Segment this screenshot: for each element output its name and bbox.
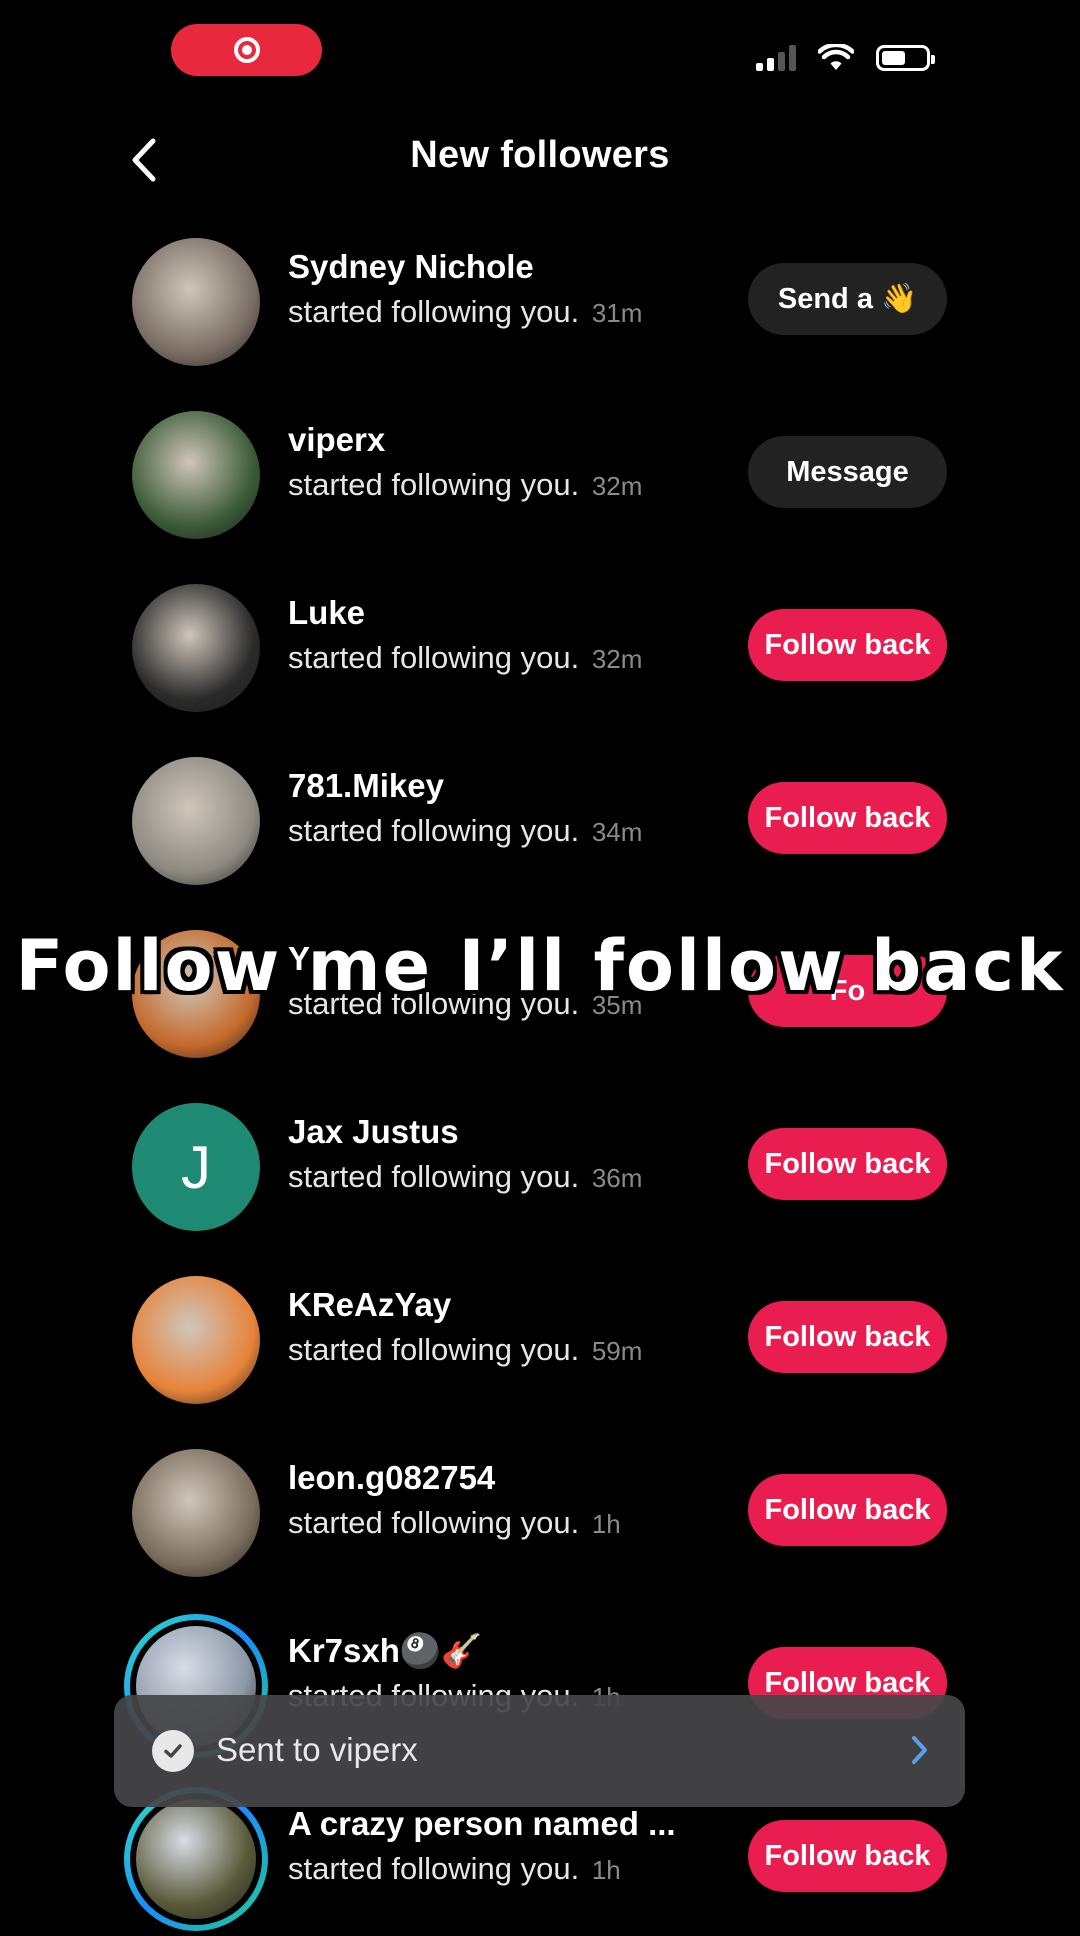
screen-recording-indicator[interactable] — [171, 24, 322, 76]
avatar-initial: J — [181, 1133, 211, 1201]
notice-text: started following you. — [288, 1332, 580, 1367]
message-button[interactable]: Message — [748, 436, 947, 508]
follower-row[interactable]: Sydney Nichole started following you. 31m… — [0, 206, 1080, 379]
follow-back-button[interactable]: Follow back — [748, 1301, 947, 1373]
follower-name[interactable]: 781.Mikey — [288, 767, 444, 805]
follow-notice: started following you. 34m — [288, 813, 642, 849]
page-title: New followers — [410, 134, 670, 176]
record-icon — [233, 37, 260, 63]
status-icons — [756, 44, 935, 72]
avatar[interactable] — [132, 1276, 260, 1404]
follower-row[interactable]: J Jax Justus started following you. 36m Fol… — [0, 1071, 1080, 1244]
follower-name[interactable]: Jax Justus — [288, 1113, 459, 1151]
follow-back-button[interactable]: Follow back — [748, 782, 947, 854]
follow-notice: started following you. 31m — [288, 294, 642, 330]
follow-back-button[interactable]: Follow back — [748, 1820, 947, 1892]
notice-text: started following you. — [288, 1505, 580, 1540]
avatar[interactable] — [132, 584, 260, 712]
follower-row[interactable]: viperx started following you. 32m Message — [0, 379, 1080, 552]
follow-back-button[interactable]: Follow back — [748, 1128, 947, 1200]
notice-text: started following you. — [288, 640, 580, 675]
follower-name[interactable]: Sydney Nichole — [288, 248, 534, 286]
follow-notice: started following you. 36m — [288, 1159, 642, 1195]
wifi-icon — [818, 44, 854, 70]
follower-row[interactable]: 781.Mikey started following you. 34m Follo… — [0, 725, 1080, 898]
avatar[interactable]: J — [132, 1103, 260, 1231]
notice-time: 32m — [591, 644, 643, 674]
follow-notice: started following you. 1h — [288, 1505, 621, 1541]
notice-text: started following you. — [288, 1851, 580, 1886]
follower-row[interactable]: leon.g082754 started following you. 1h Fol… — [0, 1417, 1080, 1590]
follower-name[interactable]: leon.g082754 — [288, 1459, 495, 1497]
avatar[interactable] — [132, 411, 260, 539]
notice-text: started following you. — [288, 294, 580, 329]
sent-toast[interactable]: Sent to viperx — [114, 1695, 965, 1807]
follower-name[interactable]: Kr7sxh🎱🎸 — [288, 1632, 482, 1671]
send-wave-button[interactable]: Send a 👋 — [748, 263, 947, 335]
cellular-signal-icon — [756, 45, 796, 71]
follower-name[interactable]: KReAzYay — [288, 1286, 451, 1324]
check-circle-icon — [152, 1730, 194, 1772]
battery-icon — [876, 45, 935, 71]
notice-time: 34m — [591, 817, 643, 847]
notice-time: 1h — [591, 1509, 621, 1539]
follower-name[interactable]: viperx — [288, 421, 385, 459]
toast-message: Sent to viperx — [216, 1731, 418, 1768]
follower-name[interactable]: A crazy person named ... — [288, 1805, 676, 1843]
notice-text: started following you. — [288, 813, 580, 848]
follower-name[interactable]: Luke — [288, 594, 365, 632]
follow-notice: started following you. 1h — [288, 1851, 621, 1887]
avatar[interactable] — [124, 1787, 268, 1931]
chevron-right-icon — [909, 1733, 931, 1772]
follow-notice: started following you. 59m — [288, 1332, 642, 1368]
avatar[interactable] — [132, 757, 260, 885]
follow-back-button[interactable]: Follow back — [748, 609, 947, 681]
notice-time: 31m — [591, 298, 643, 328]
follower-row[interactable]: KReAzYay started following you. 59m Follow… — [0, 1244, 1080, 1417]
notice-time: 59m — [591, 1336, 643, 1366]
video-caption: Follow me I’ll follow back — [15, 925, 1065, 1007]
notice-time: 32m — [591, 471, 643, 501]
follower-row[interactable]: Luke started following you. 32m Follow bac… — [0, 552, 1080, 725]
follow-notice: started following you. 32m — [288, 640, 642, 676]
notice-time: 1h — [591, 1855, 621, 1885]
notice-text: started following you. — [288, 467, 580, 502]
avatar[interactable] — [132, 1449, 260, 1577]
notice-text: started following you. — [288, 1159, 580, 1194]
follow-notice: started following you. 32m — [288, 467, 642, 503]
avatar[interactable] — [132, 238, 260, 366]
notice-time: 36m — [591, 1163, 643, 1193]
follow-back-button[interactable]: Follow back — [748, 1474, 947, 1546]
